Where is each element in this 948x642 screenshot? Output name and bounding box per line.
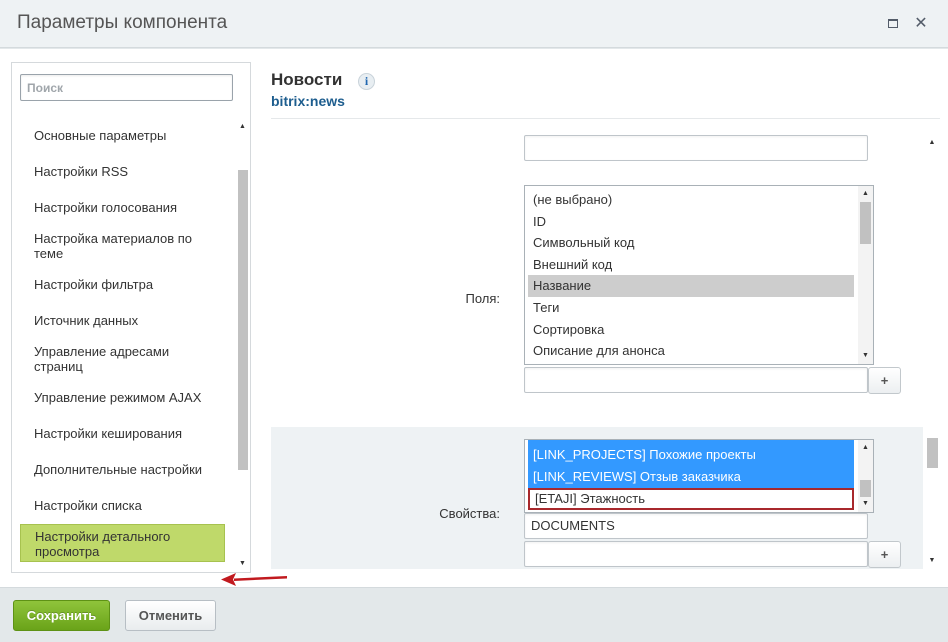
scrollbar-thumb[interactable] bbox=[860, 202, 871, 244]
sidebar-item-related-materials[interactable]: Настройка материалов по теме bbox=[20, 231, 225, 261]
scroll-up-icon[interactable]: ▲ bbox=[924, 136, 940, 150]
properties-input-empty[interactable] bbox=[524, 541, 868, 567]
fields-scrollbar[interactable]: ▲ ▼ bbox=[858, 186, 873, 364]
sidebar-item-detail[interactable]: Настройки детального просмотра bbox=[20, 524, 225, 562]
list-item[interactable]: Описание для анонса bbox=[528, 340, 854, 362]
sidebar-item-sef[interactable]: Управление адресами страниц bbox=[20, 344, 225, 374]
component-title: Новости bbox=[271, 70, 343, 89]
list-item[interactable]: Сортировка bbox=[528, 319, 854, 341]
close-icon[interactable]: ✕ bbox=[914, 16, 928, 32]
component-id: bitrix:news bbox=[271, 93, 345, 109]
dialog-titlebar: Параметры компонента ✕ bbox=[0, 0, 948, 48]
dialog-title: Параметры компонента bbox=[17, 12, 228, 33]
fields-extra-input[interactable] bbox=[524, 367, 868, 393]
properties-add-button[interactable]: + bbox=[868, 541, 901, 568]
sidebar-item-filter[interactable]: Настройки фильтра bbox=[20, 277, 225, 292]
parameters-panel: Поля: (не выбрано) ID Символьный код Вне… bbox=[271, 128, 940, 569]
info-icon[interactable]: i bbox=[358, 73, 375, 90]
sidebar-item-data-source[interactable]: Источник данных bbox=[20, 313, 225, 328]
sidebar-scrollbar[interactable]: ▲ ▼ bbox=[236, 118, 249, 573]
sections-sidebar: Основные параметры Настройки RSS Настрой… bbox=[11, 62, 251, 573]
fields-listbox[interactable]: (не выбрано) ID Символьный код Внешний к… bbox=[524, 185, 874, 365]
header-divider bbox=[271, 118, 940, 119]
main-scrollbar[interactable]: ▲ ▼ bbox=[924, 134, 940, 570]
list-item[interactable]: [LINK_PROJECTS] Похожие проекты bbox=[528, 444, 854, 466]
properties-label: Свойства: bbox=[439, 506, 500, 521]
list-item[interactable]: ID bbox=[528, 211, 854, 233]
dialog-footer: Сохранить Отменить bbox=[0, 587, 948, 642]
sidebar-item-cache[interactable]: Настройки кеширования bbox=[20, 426, 225, 441]
scroll-down-icon[interactable]: ▼ bbox=[858, 497, 873, 511]
scrollbar-thumb[interactable] bbox=[238, 170, 248, 470]
sections-list: Основные параметры Настройки RSS Настрой… bbox=[20, 118, 233, 573]
properties-listbox[interactable]: [LINK_PROJECTS] Похожие проекты [LINK_RE… bbox=[524, 439, 874, 513]
list-item[interactable]: Название bbox=[528, 275, 854, 297]
cancel-button[interactable]: Отменить bbox=[125, 600, 216, 631]
sidebar-item-ajax[interactable]: Управление режимом AJAX bbox=[20, 390, 225, 405]
list-item[interactable]: [LINK_REVIEWS] Отзыв заказчика bbox=[528, 466, 854, 488]
list-item[interactable]: [ETAJI] Этажность bbox=[528, 488, 854, 510]
sidebar-item-list[interactable]: Настройки списка bbox=[20, 498, 225, 513]
scrollbar-thumb[interactable] bbox=[860, 480, 871, 497]
list-item[interactable]: Теги bbox=[528, 297, 854, 319]
pointer-arrow-icon bbox=[221, 573, 287, 586]
properties-scrollbar[interactable]: ▲ ▼ bbox=[858, 440, 873, 512]
list-item[interactable]: Символьный код bbox=[528, 232, 854, 254]
fields-add-button[interactable]: + bbox=[868, 367, 901, 394]
dialog-content: Основные параметры Настройки RSS Настрой… bbox=[0, 49, 948, 587]
top-text-input[interactable] bbox=[524, 135, 868, 161]
scroll-up-icon[interactable]: ▲ bbox=[236, 121, 249, 133]
scroll-up-icon[interactable]: ▲ bbox=[858, 187, 873, 201]
save-button[interactable]: Сохранить bbox=[13, 600, 110, 631]
sidebar-item-rss[interactable]: Настройки RSS bbox=[20, 164, 225, 179]
fields-label: Поля: bbox=[465, 291, 500, 306]
scroll-down-icon[interactable]: ▼ bbox=[924, 554, 940, 568]
list-item[interactable]: (не выбрано) bbox=[528, 189, 854, 211]
scrollbar-thumb[interactable] bbox=[927, 438, 938, 468]
search-input[interactable] bbox=[20, 74, 233, 101]
list-item[interactable]: Внешний код bbox=[528, 254, 854, 276]
properties-input-documents[interactable]: DOCUMENTS bbox=[524, 513, 868, 539]
scroll-down-icon[interactable]: ▼ bbox=[236, 558, 249, 570]
scroll-down-icon[interactable]: ▼ bbox=[858, 349, 873, 363]
scroll-up-icon[interactable]: ▲ bbox=[858, 441, 873, 455]
sidebar-item-voting[interactable]: Настройки голосования bbox=[20, 200, 225, 215]
maximize-icon[interactable] bbox=[886, 17, 900, 31]
sidebar-item-main-params[interactable]: Основные параметры bbox=[20, 128, 225, 143]
sidebar-item-additional[interactable]: Дополнительные настройки bbox=[20, 462, 225, 477]
